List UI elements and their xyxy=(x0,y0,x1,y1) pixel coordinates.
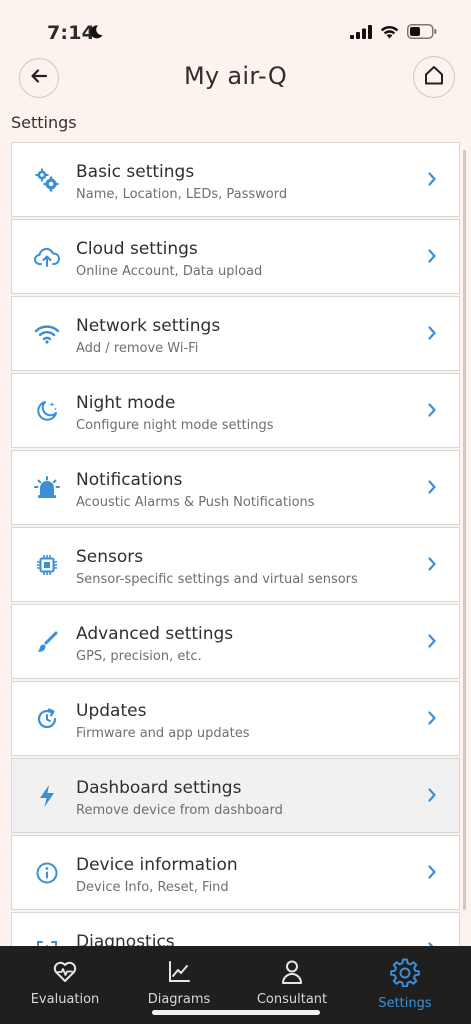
person-icon xyxy=(280,958,304,986)
item-title: Updates xyxy=(76,701,147,721)
chevron-right-icon xyxy=(427,248,437,268)
status-bar: 7:14 xyxy=(0,0,471,62)
gear-icon xyxy=(390,958,420,987)
chevron-right-icon xyxy=(427,710,437,730)
settings-item-network[interactable]: Network settings Add / remove Wi-Fi xyxy=(11,296,460,371)
wifi-icon xyxy=(34,321,60,347)
tab-label: Diagrams xyxy=(147,992,211,1007)
tab-settings[interactable]: Settings xyxy=(362,946,448,1024)
gears-icon xyxy=(34,167,60,193)
scrollbar[interactable] xyxy=(463,150,466,910)
item-subtitle: Configure night mode settings xyxy=(76,418,274,433)
update-icon xyxy=(34,706,60,732)
item-subtitle: Online Account, Data upload xyxy=(76,264,263,279)
chevron-right-icon xyxy=(427,402,437,422)
item-title: Advanced settings xyxy=(76,624,234,644)
settings-item-advanced[interactable]: Advanced settings GPS, precision, etc. xyxy=(11,604,460,679)
item-subtitle: Firmware and app updates xyxy=(76,726,250,741)
item-subtitle: GPS, precision, etc. xyxy=(76,649,202,664)
item-title: Dashboard settings xyxy=(76,778,242,798)
settings-item-cloud[interactable]: Cloud settings Online Account, Data uplo… xyxy=(11,219,460,294)
chevron-right-icon xyxy=(427,325,437,345)
chevron-right-icon xyxy=(427,556,437,576)
settings-item-dashboard[interactable]: Dashboard settings Remove device from da… xyxy=(11,758,460,833)
home-button[interactable] xyxy=(413,56,455,98)
item-subtitle: Name, Location, LEDs, Password xyxy=(76,187,288,202)
brush-icon xyxy=(34,629,60,655)
tab-label: Evaluation xyxy=(30,992,100,1007)
chevron-right-icon xyxy=(427,479,437,499)
item-subtitle: Add / remove Wi-Fi xyxy=(76,341,199,356)
section-label: Settings xyxy=(11,113,77,132)
item-title: Diagnostics xyxy=(76,932,175,946)
home-indicator[interactable] xyxy=(152,1010,320,1015)
heart-pulse-icon xyxy=(52,958,78,986)
focus-moon-icon xyxy=(88,24,104,44)
moon-icon xyxy=(34,398,60,424)
item-title: Basic settings xyxy=(76,162,195,182)
line-chart-icon xyxy=(167,958,191,986)
cellular-signal-icon xyxy=(350,24,372,43)
settings-list: Basic settings Name, Location, LEDs, Pas… xyxy=(11,142,460,946)
chevron-right-icon xyxy=(427,633,437,653)
battery-icon xyxy=(407,24,437,43)
item-title: Night mode xyxy=(76,393,176,413)
tab-label: Consultant xyxy=(256,992,328,1007)
chevron-right-icon xyxy=(427,171,437,191)
bolt-icon xyxy=(34,783,60,809)
item-subtitle: Acoustic Alarms & Push Notifications xyxy=(76,495,315,510)
alarm-bell-icon xyxy=(34,475,60,501)
chevron-right-icon xyxy=(427,787,437,807)
tab-evaluation[interactable]: Evaluation xyxy=(22,946,108,1024)
settings-item-device-information[interactable]: Device information Device Info, Reset, F… xyxy=(11,835,460,910)
home-icon xyxy=(423,64,445,90)
chip-icon xyxy=(34,552,60,578)
settings-item-basic[interactable]: Basic settings Name, Location, LEDs, Pas… xyxy=(11,142,460,217)
app-header: My air-Q xyxy=(0,56,471,106)
item-title: Network settings xyxy=(76,316,221,336)
item-title: Device information xyxy=(76,855,238,875)
cloud-upload-icon xyxy=(34,244,60,270)
settings-item-diagnostics[interactable]: Diagnostics xyxy=(11,912,460,946)
chevron-right-icon xyxy=(427,864,437,884)
info-icon xyxy=(34,860,60,886)
settings-item-night-mode[interactable]: Night mode Configure night mode settings xyxy=(11,373,460,448)
diagnostics-icon xyxy=(34,937,60,946)
settings-item-notifications[interactable]: Notifications Acoustic Alarms & Push Not… xyxy=(11,450,460,525)
page-title: My air-Q xyxy=(183,62,288,90)
settings-item-sensors[interactable]: Sensors Sensor-specific settings and vir… xyxy=(11,527,460,602)
item-subtitle: Sensor-specific settings and virtual sen… xyxy=(76,572,358,587)
item-title: Cloud settings xyxy=(76,239,198,259)
settings-item-updates[interactable]: Updates Firmware and app updates xyxy=(11,681,460,756)
wifi-signal-icon xyxy=(380,24,399,43)
item-subtitle: Remove device from dashboard xyxy=(76,803,283,818)
tab-label: Settings xyxy=(378,996,432,1011)
item-title: Notifications xyxy=(76,470,183,490)
item-subtitle: Device Info, Reset, Find xyxy=(76,880,229,895)
item-title: Sensors xyxy=(76,547,144,567)
